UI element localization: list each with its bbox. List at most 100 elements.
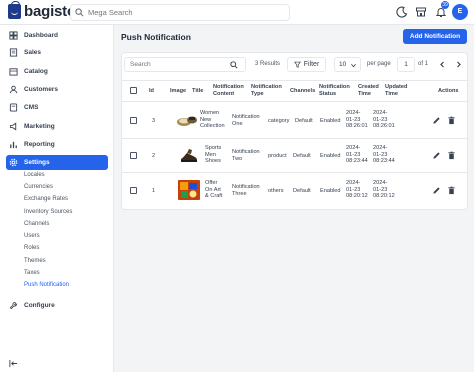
cell-status: Enabled [320,188,341,194]
col-header-type[interactable]: Notification Type [251,84,282,97]
col-header-status[interactable]: Notification Status [319,84,350,97]
sidebar-item-catalog[interactable]: Catalog [6,64,108,78]
col-header-status-line: Notification [319,84,350,90]
settings-icon [9,158,18,167]
reporting-icon [10,141,17,148]
cell-status: Enabled [320,153,341,159]
chevron-right-icon[interactable] [455,61,462,68]
sidebar-subitem-currencies[interactable]: Currencies [24,184,53,190]
cell-content-line: Notification [232,184,260,190]
sidebar-subitem-inventory-sources[interactable]: Inventory Sources [24,209,72,215]
cell-created-line: 2024- [346,110,361,116]
mega-search[interactable] [70,4,290,21]
avatar[interactable]: E [452,4,468,20]
logo[interactable]: bagisto [8,1,76,20]
per-page-select[interactable]: 10 [334,57,361,72]
edit-icon[interactable] [432,116,441,125]
sidebar-subitem-locales[interactable]: Locales [24,172,45,178]
storefront-icon[interactable] [415,6,427,18]
cell-content-line: Notification [232,149,260,155]
cell-title: Women New Collection [200,110,225,130]
sidebar-item-configure[interactable]: Configure [6,298,108,312]
cell-created-line: 2024- [346,145,361,151]
page-total-label: of 1 [418,61,429,67]
sidebar-item-reporting[interactable]: Reporting [6,137,108,151]
page-number-input[interactable]: 1 [397,57,415,72]
catalog-icon [9,67,18,76]
col-header-content-line: Content [213,90,235,97]
col-header-type-line: Type [251,90,264,97]
notification-image [178,180,200,200]
sidebar-item-label: Catalog [24,67,48,75]
row-checkbox[interactable] [130,117,137,124]
select-all-checkbox[interactable] [130,87,137,94]
filter-button[interactable]: Filter [287,57,326,72]
table-search[interactable] [124,57,246,72]
cell-title: Offer On Art & Craft [205,180,222,200]
col-header-updated[interactable]: Updated Time [385,84,407,97]
cell-content: Notification Two [232,149,260,162]
edit-icon[interactable] [432,186,441,195]
col-header-channels[interactable]: Channels [290,88,315,95]
cell-created-line: 08:26:01 [346,123,368,130]
sidebar-item-settings[interactable]: Settings [6,155,108,170]
sidebar-item-label: Customers [24,85,58,93]
sidebar-item-label: Marketing [24,122,55,130]
col-header-actions: Actions [438,88,459,94]
cell-updated-line: 01-23 [373,151,388,158]
cell-created-line: 08:23:44 [346,158,368,165]
collapse-sidebar-icon[interactable] [9,359,18,368]
delete-icon[interactable] [447,151,456,160]
row-checkbox[interactable] [130,152,137,159]
col-header-id[interactable]: Id [149,88,154,95]
logo-text: bagisto [24,3,76,20]
per-page-value: 10 [339,61,347,68]
sidebar-item-customers[interactable]: Customers [6,82,108,96]
cell-title-line: New [200,116,212,123]
sidebar-item-dashboard[interactable]: Dashboard [6,28,108,42]
cell-created-line: 01-23 [346,116,361,123]
col-header-title[interactable]: Title [192,88,203,95]
table-search-input[interactable] [130,61,230,68]
col-header-created-line: Time [358,90,371,97]
delete-icon[interactable] [447,116,456,125]
sidebar-item-sales[interactable]: Sales [6,45,108,59]
col-header-content[interactable]: Notification Content [213,84,244,97]
search-icon [75,8,84,17]
sidebar-item-marketing[interactable]: Marketing [6,119,108,133]
filter-icon [293,61,301,68]
col-header-type-line: Notification [251,84,282,90]
notification-image [178,145,200,165]
cell-title-line: Men [205,151,216,158]
edit-icon[interactable] [432,151,441,160]
cell-updated-line: 2024- [373,110,388,116]
sidebar-subitem-push-notification[interactable]: Push Notification [24,282,69,288]
col-header-updated-line: Updated [385,84,408,90]
cell-updated-line: 08:20:12 [373,193,395,200]
row-checkbox[interactable] [130,187,137,194]
sidebar-item-cms[interactable]: CMS [6,100,108,114]
marketing-icon [9,122,17,130]
delete-icon[interactable] [447,186,456,195]
sidebar-subitem-themes[interactable]: Themes [24,258,46,264]
sidebar-subitem-taxes[interactable]: Taxes [24,270,40,276]
cell-created-line: 01-23 [346,151,361,158]
col-header-updated-line: Time [385,90,398,97]
col-header-created[interactable]: Created Time [358,84,379,97]
mega-search-input[interactable] [88,8,278,17]
sales-icon [9,47,18,57]
cell-type: category [268,118,290,124]
sidebar-item-label: Configure [24,301,55,309]
row-divider [122,172,467,173]
cell-created-line: 01-23 [346,186,361,193]
sidebar-subitem-roles[interactable]: Roles [24,245,39,251]
dark-mode-icon[interactable] [396,6,408,18]
sidebar-subitem-channels[interactable]: Channels [24,221,49,227]
chevron-left-icon[interactable] [439,61,446,68]
per-page-label: per page [367,61,391,67]
sidebar-subitem-exchange-rates[interactable]: Exchange Rates [24,196,68,202]
cell-updated-line: 08:26:01 [373,123,395,130]
add-notification-button[interactable]: Add Notification [403,29,467,44]
cell-channels: Default [293,153,311,159]
sidebar-subitem-users[interactable]: Users [24,233,40,239]
